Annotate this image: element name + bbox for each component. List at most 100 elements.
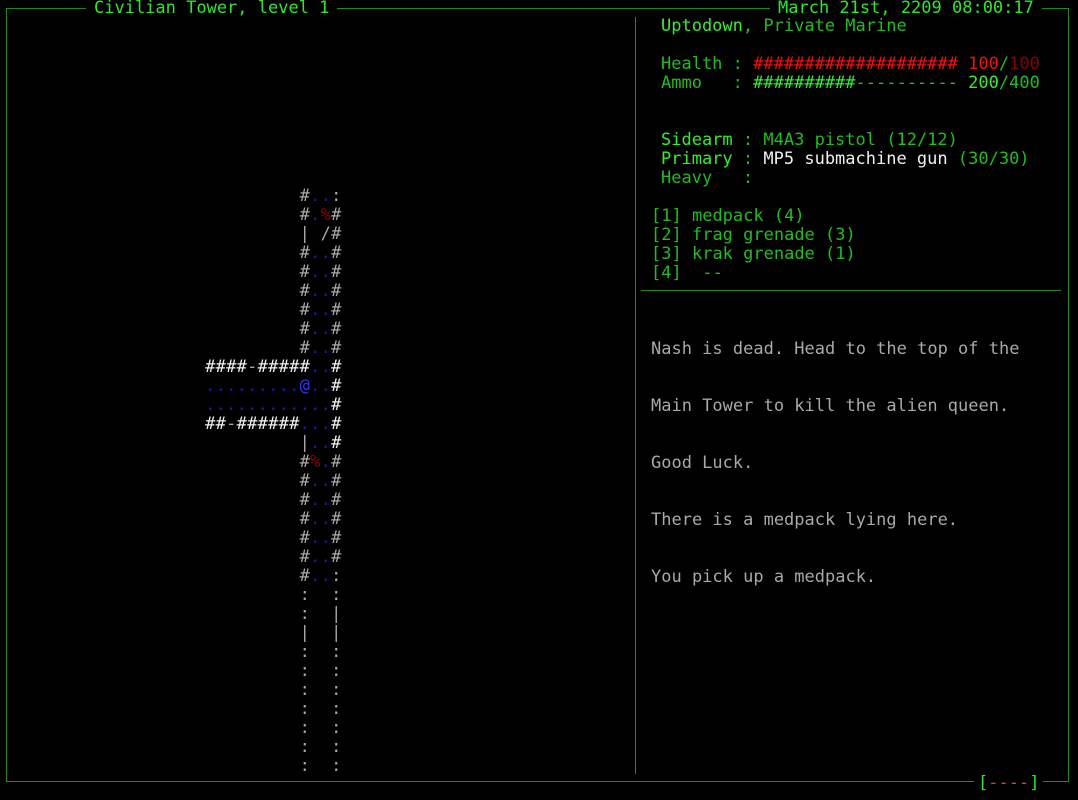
floor-tile: .	[257, 376, 268, 396]
floor-tile: .	[268, 376, 279, 396]
floor-tile: .	[310, 376, 321, 396]
floor-tile: .	[310, 433, 321, 453]
wall-tile: #	[278, 414, 289, 434]
floor-tile: .	[299, 414, 310, 434]
floor-tile: .	[320, 338, 331, 358]
player-marker: @	[299, 376, 310, 396]
wall-tile: #	[299, 243, 310, 263]
wall-tile: #	[331, 509, 342, 529]
wall-tile: #	[331, 224, 342, 244]
wall-tile: #	[299, 186, 310, 206]
ammo-bar-empty: ----------	[855, 73, 958, 93]
message-line: There is a medpack lying here.	[651, 510, 959, 530]
floor-tile: .	[320, 452, 331, 472]
rubble-tile: :	[331, 699, 342, 719]
door-tile: |	[299, 224, 310, 244]
wall-tile: #	[331, 338, 342, 358]
wall-tile: #	[299, 509, 310, 529]
floor-tile: .	[310, 243, 321, 263]
floor-tile: .	[320, 262, 331, 282]
floor-tile: .	[310, 547, 321, 567]
heavy-line[interactable]: Heavy :	[661, 169, 753, 188]
health-line: Health : #################### 100/100	[661, 54, 1040, 74]
wall-tile: #	[331, 243, 342, 263]
rubble-tile: :	[331, 566, 342, 586]
rubble-tile: :	[299, 756, 310, 776]
door-tile: |	[331, 623, 342, 643]
message-line: Nash is dead. Head to the top of the	[651, 339, 1020, 359]
rubble-tile: :	[331, 680, 342, 700]
wall-tile: #	[257, 357, 268, 377]
wall-tile: #	[331, 528, 342, 548]
health-current: 100	[968, 54, 999, 74]
wall-tile: #	[331, 547, 342, 567]
floor-tile: .	[257, 395, 268, 415]
player-name: Uptodown	[661, 16, 743, 36]
wall-tile: #	[289, 414, 300, 434]
inventory-item[interactable]: [4] --	[651, 264, 723, 283]
sidearm-line[interactable]: Sidearm : M4A3 pistol (12/12)	[661, 131, 958, 150]
primary-ammo: (30/30)	[957, 149, 1030, 169]
floor-tile: .	[205, 395, 216, 415]
floor-tile: .	[320, 414, 331, 434]
floor-tile: .	[320, 433, 331, 453]
floor-tile: .	[310, 262, 321, 282]
player-line: Uptodown, Private Marine	[661, 16, 907, 36]
floor-tile: .	[310, 186, 321, 206]
sidearm-ammo: (12/12)	[886, 130, 958, 150]
floor-tile: .	[320, 281, 331, 301]
wall-tile: #	[299, 528, 310, 548]
wall-tile: #	[236, 357, 247, 377]
rubble-tile: :	[331, 718, 342, 738]
primary-name: MP5 submachine gun	[763, 149, 948, 169]
health-bar: ####################	[753, 54, 958, 74]
wall-tile: #	[299, 452, 310, 472]
rubble-tile: :	[331, 642, 342, 662]
wall-tile: #	[331, 205, 342, 225]
message-log: Nash is dead. Head to the top of the Mai…	[651, 302, 1019, 606]
inventory-item[interactable]: [1] medpack (4)	[651, 207, 805, 226]
wall-tile: #	[268, 414, 279, 434]
ammo-current: 200	[968, 73, 999, 93]
floor-tile: .	[310, 357, 321, 377]
wall-tile: #	[331, 452, 342, 472]
door-tile: |	[299, 433, 310, 453]
wall-tile: #	[331, 414, 342, 434]
primary-line[interactable]: Primary : MP5 submachine gun (30/30)	[661, 150, 1030, 169]
rubble-tile: :	[299, 604, 310, 624]
inventory-item[interactable]: [2] frag grenade (3)	[651, 226, 856, 245]
floor-tile: .	[320, 547, 331, 567]
floor-tile: .	[320, 490, 331, 510]
wall-tile: #	[268, 357, 279, 377]
floor-tile: .	[226, 395, 237, 415]
rubble-tile: :	[299, 737, 310, 757]
inventory-item[interactable]: [3] krak grenade (1)	[651, 245, 856, 264]
door-tile: |	[331, 604, 342, 624]
footer-bar: ----	[988, 773, 1030, 793]
dungeon-map[interactable]: #..: #.% # | / # #.. # #.. # #.. # #.. # #.. # #.. # # # # # -…	[0, 0, 640, 780]
wall-tile: #	[331, 262, 342, 282]
floor-tile: .	[310, 281, 321, 301]
ammo-line: Ammo : ##########---------- 200/400	[661, 73, 1040, 93]
message-line: Main Tower to kill the alien queen.	[651, 396, 1010, 416]
wall-tile: #	[331, 490, 342, 510]
wall-tile: #	[289, 357, 300, 377]
wall-tile: #	[299, 566, 310, 586]
wall-tile: #	[299, 471, 310, 491]
wall-tile: #	[247, 414, 258, 434]
floor-tile: .	[268, 395, 279, 415]
wall-tile: #	[331, 281, 342, 301]
wall-tile: #	[299, 205, 310, 225]
wall-tile: #	[299, 338, 310, 358]
floor-tile: .	[247, 376, 258, 396]
floor-tile: .	[310, 319, 321, 339]
panel-divider-horizontal	[641, 290, 1061, 291]
floor-tile: .	[320, 186, 331, 206]
wall-tile: #	[299, 262, 310, 282]
floor-tile: .	[205, 376, 216, 396]
wall-tile: #	[299, 319, 310, 339]
wall-tile: #	[205, 357, 216, 377]
floor-tile: .	[215, 376, 226, 396]
floor-tile: .	[310, 395, 321, 415]
item-corpse: %	[320, 205, 331, 225]
